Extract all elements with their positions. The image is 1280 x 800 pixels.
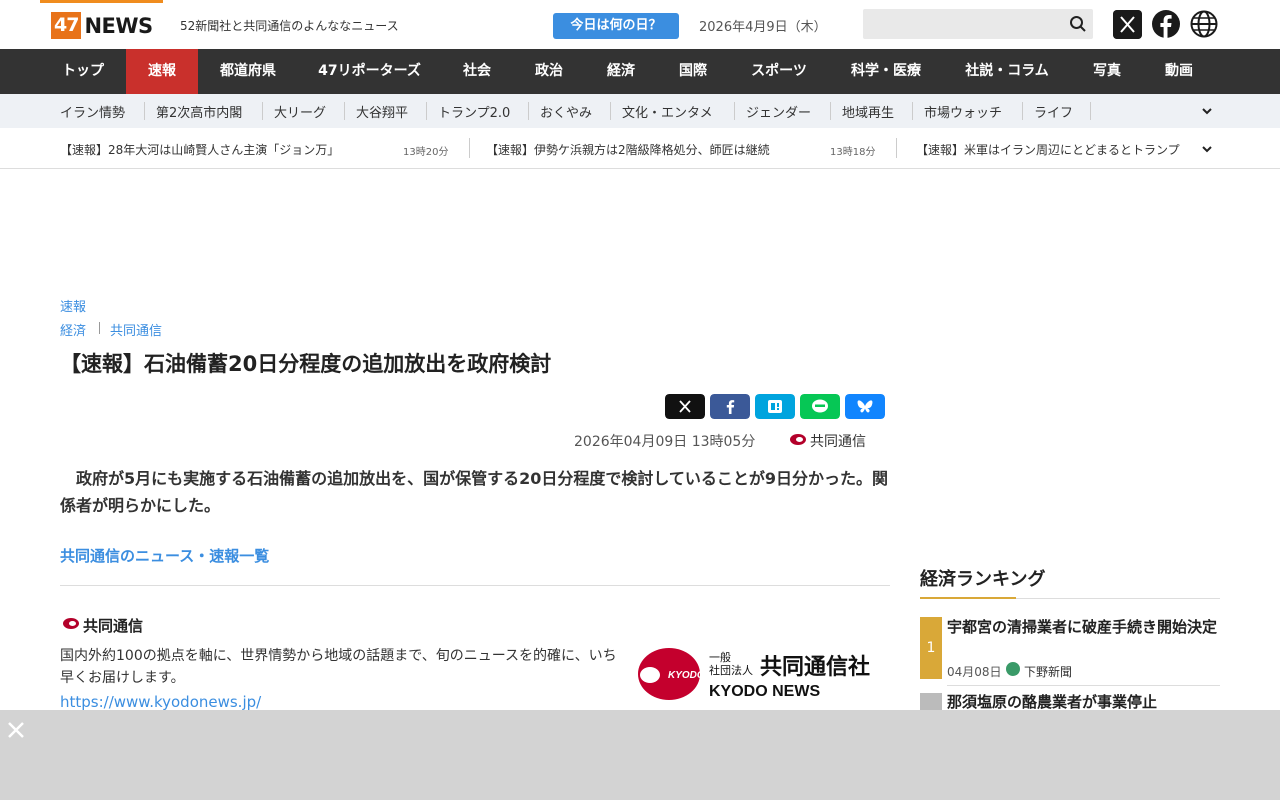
topic-divider — [144, 102, 145, 120]
topic-culture[interactable]: 文化・エンタメ — [622, 102, 713, 121]
topic-divider — [426, 102, 427, 120]
ranking-underline-accent — [920, 597, 1016, 599]
breaking-news-ticker: 【速報】28年大河は山崎賢人さん主演「ジョン万」 13時20分 【速報】伊勢ケ浜… — [0, 128, 1280, 169]
topic-divider — [1090, 102, 1091, 120]
nav-economy[interactable]: 経済 — [585, 49, 657, 94]
logo-accent-bar — [40, 0, 163, 3]
ticker-headline[interactable]: 【速報】伊勢ケ浜親方は2階級降格処分、師匠は継続 — [486, 141, 770, 158]
topic-regional[interactable]: 地域再生 — [842, 102, 894, 121]
logo-en-text: KYODO NEWS — [709, 683, 820, 700]
newspaper-logo-icon — [1006, 662, 1020, 676]
site-tagline: 52新聞社と共同通信のよんななニュース — [180, 19, 399, 33]
kyodo-news-list-link[interactable]: 共同通信のニュース・速報一覧 — [60, 545, 269, 566]
nav-top[interactable]: トップ — [40, 49, 126, 94]
ticker-time: 13時20分 — [403, 147, 449, 158]
x-twitter-icon[interactable] — [1113, 10, 1142, 39]
topic-divider — [262, 102, 263, 120]
logo-small-text-1: 一般 — [709, 651, 731, 664]
nav-breaking[interactable]: 速報 — [126, 49, 198, 94]
section-divider — [60, 585, 890, 586]
topic-divider — [1022, 102, 1023, 120]
rank-number-badge — [920, 693, 942, 710]
topic-divider — [734, 102, 735, 120]
share-line-icon[interactable] — [800, 394, 840, 419]
ticker-headline[interactable]: 【速報】28年大河は山崎賢人さん主演「ジョン万」 — [60, 141, 339, 158]
current-date: 2026年4月9日（木） — [699, 20, 827, 35]
share-x-icon[interactable] — [665, 394, 705, 419]
ranking-item-paper: 下野新聞 — [1024, 665, 1073, 679]
article-body: 政府が5月にも実施する石油備蓄の追加放出を、国が保管する20日分程度で検討してい… — [60, 469, 889, 515]
logo-circle-text: KYODO — [668, 670, 705, 681]
nav-video[interactable]: 動画 — [1143, 49, 1215, 94]
topic-obituaries[interactable]: おくやみ — [540, 102, 592, 121]
ticker-headline[interactable]: 【速報】米軍はイラン周辺にとどまるとトランプ — [916, 141, 1196, 158]
nav-editorial-column[interactable]: 社説・コラム — [943, 49, 1071, 94]
nav-international[interactable]: 国際 — [657, 49, 729, 94]
nav-prefectures[interactable]: 都道府県 — [198, 49, 298, 94]
share-facebook-icon[interactable] — [710, 394, 750, 419]
topic-market[interactable]: 市場ウォッチ — [924, 102, 1002, 121]
ranking-item-title[interactable]: 宇都宮の清掃業者に破産手続き開始決定 — [947, 617, 1217, 638]
topic-gender[interactable]: ジェンダー — [746, 102, 811, 121]
kyodo-mark-icon — [790, 434, 806, 445]
close-icon[interactable] — [6, 720, 26, 740]
topic-nav: イラン情勢 第2次高市内閣 大リーグ 大谷翔平 トランプ2.0 おくやみ 文化・… — [0, 94, 1280, 128]
nav-science-medical[interactable]: 科学・医療 — [829, 49, 943, 94]
topic-divider — [912, 102, 913, 120]
topic-takaichi-cabinet[interactable]: 第2次高市内閣 — [156, 102, 242, 121]
main-nav: トップ 速報 都道府県 47リポーターズ 社会 政治 経済 国際 スポーツ 科学… — [0, 49, 1280, 94]
kyodo-news-logo-icon[interactable]: KYODO 一般 社団法人 共同通信社 KYODO NEWS — [638, 646, 888, 702]
category-link[interactable]: 速報 — [60, 296, 86, 315]
logo-big-text: 共同通信社 — [760, 654, 870, 680]
source-box-name: 共同通信 — [83, 617, 144, 635]
nav-society[interactable]: 社会 — [441, 49, 513, 94]
share-bluesky-icon[interactable] — [845, 394, 885, 419]
source-box-url[interactable]: https://www.kyodonews.jp/ — [60, 693, 261, 711]
search-icon[interactable] — [1068, 14, 1088, 34]
article-date: 2026年04月09日 13時05分 — [574, 434, 756, 450]
ticker-divider — [896, 138, 897, 158]
topic-life[interactable]: ライフ — [1034, 102, 1073, 121]
article-title: 【速報】石油備蓄20日分程度の追加放出を政府検討 — [60, 352, 552, 376]
site-header: 47 NEWS 52新聞社と共同通信のよんななニュース 今日は何の日？ 2026… — [0, 0, 1280, 49]
section-link[interactable]: 経済 — [60, 320, 86, 339]
rank-number: 1 — [920, 617, 942, 679]
ranking-title: 経済ランキング — [920, 569, 1046, 590]
bottom-ad-overlay — [0, 710, 1280, 800]
search-input[interactable] — [863, 9, 1093, 39]
chevron-down-icon[interactable] — [1200, 104, 1214, 118]
source-link[interactable]: 共同通信 — [110, 320, 162, 339]
site-logo[interactable]: 47 NEWS — [51, 12, 153, 39]
nav-politics[interactable]: 政治 — [513, 49, 585, 94]
ranking-divider — [947, 685, 1220, 686]
topic-divider — [528, 102, 529, 120]
today-in-history-button[interactable]: 今日は何の日？ — [553, 13, 679, 39]
topic-ohtani[interactable]: 大谷翔平 — [356, 102, 408, 121]
topic-iran[interactable]: イラン情勢 — [60, 102, 125, 121]
logo-word: NEWS — [84, 13, 153, 38]
nav-photos[interactable]: 写真 — [1071, 49, 1143, 94]
topic-mlb[interactable]: 大リーグ — [274, 102, 326, 121]
topic-divider — [344, 102, 345, 120]
logo-number: 47 — [51, 12, 82, 39]
article-source: 共同通信 — [810, 434, 866, 450]
topic-divider — [830, 102, 831, 120]
ticker-divider — [469, 138, 470, 158]
kyodo-mark-icon — [63, 618, 79, 629]
globe-icon[interactable] — [1190, 10, 1218, 38]
source-box-description: 国内外約100の拠点を軸に、世界情勢から地域の話題まで、旬のニュースを的確に、い… — [60, 648, 617, 686]
chevron-down-icon[interactable] — [1200, 142, 1214, 156]
nav-sports[interactable]: スポーツ — [729, 49, 829, 94]
logo-small-text-2: 社団法人 — [709, 663, 753, 677]
ticker-time: 13時18分 — [830, 147, 876, 158]
topic-divider — [610, 102, 611, 120]
nav-47reporters[interactable]: 47リポーターズ — [298, 49, 441, 94]
breadcrumb-divider — [99, 322, 100, 334]
ranking-item-date: 04月08日 — [947, 665, 1002, 679]
facebook-icon[interactable] — [1152, 10, 1180, 38]
share-hatena-icon[interactable] — [755, 394, 795, 419]
topic-trump[interactable]: トランプ2.0 — [438, 102, 510, 121]
